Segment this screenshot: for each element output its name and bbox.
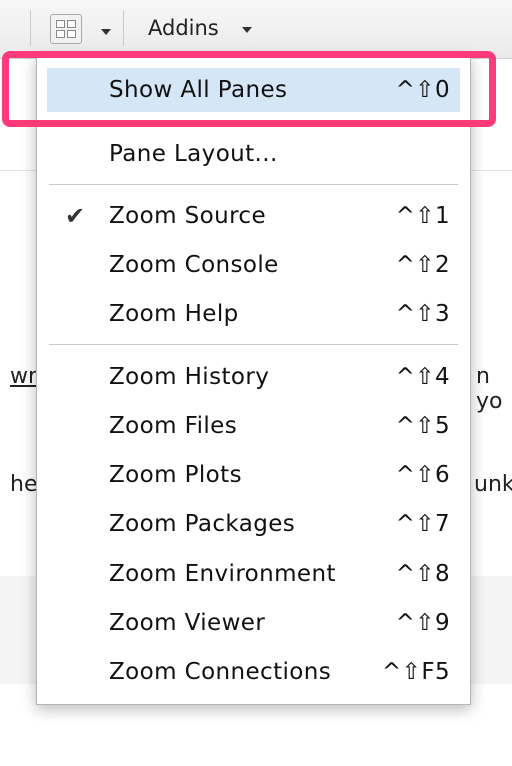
- menu-item-label: Zoom Connections: [109, 659, 332, 685]
- menu-item-zoom-packages[interactable]: Zoom Packages ^⇧7: [37, 502, 470, 546]
- menu-item-shortcut: ^⇧6: [395, 462, 450, 488]
- editor-text-fragment: n yo: [476, 364, 503, 414]
- menu-item-zoom-files[interactable]: Zoom Files ^⇧5: [37, 404, 470, 448]
- menu-item-label: Zoom Files: [109, 413, 238, 439]
- menu-item-label: Zoom Environment: [109, 561, 336, 587]
- menu-separator: [49, 344, 458, 345]
- menu-item-label: Zoom Source: [109, 203, 267, 229]
- menu-item-shortcut: ^⇧1: [395, 203, 450, 229]
- menu-item-label: Zoom Help: [109, 301, 239, 327]
- toolbar-separator: [30, 10, 31, 46]
- menu-item-zoom-connections[interactable]: Zoom Connections ^⇧F5: [37, 650, 470, 694]
- menu-item-shortcut: ^⇧8: [395, 561, 450, 587]
- menu-item-label: Zoom Console: [109, 252, 279, 278]
- menu-item-zoom-environment[interactable]: Zoom Environment ^⇧8: [37, 552, 470, 596]
- menu-item-zoom-plots[interactable]: Zoom Plots ^⇧6: [37, 453, 470, 497]
- menu-separator: [49, 184, 458, 185]
- menu-item-zoom-history[interactable]: Zoom History ^⇧4: [37, 355, 470, 399]
- menu-item-zoom-console[interactable]: Zoom Console ^⇧2: [37, 243, 470, 287]
- addins-menu-button[interactable]: Addins: [148, 16, 219, 40]
- menu-item-shortcut: ^⇧F5: [381, 659, 450, 685]
- editor-text-fragment: he: [10, 472, 38, 497]
- menu-item-shortcut: ^⇧7: [395, 511, 450, 537]
- menu-item-label: Pane Layout...: [109, 141, 278, 167]
- checkmark-icon: ✔: [65, 202, 86, 230]
- menu-item-zoom-help[interactable]: Zoom Help ^⇧3: [37, 292, 470, 336]
- pane-layout-grid-icon[interactable]: [50, 14, 82, 44]
- editor-text-fragment: unk: [474, 472, 512, 497]
- menu-item-pane-layout[interactable]: Pane Layout...: [37, 132, 470, 176]
- menu-item-shortcut: ^⇧9: [395, 610, 450, 636]
- toolbar-separator: [123, 10, 124, 46]
- highlight-callout: [2, 51, 496, 127]
- menu-item-shortcut: ^⇧3: [395, 301, 450, 327]
- editor-link-fragment[interactable]: wr: [10, 364, 37, 389]
- menu-item-label: Zoom Plots: [109, 462, 242, 488]
- menu-item-zoom-source[interactable]: ✔ Zoom Source ^⇧1: [37, 194, 470, 238]
- menu-item-label: Zoom History: [109, 364, 270, 390]
- menu-item-label: Zoom Packages: [109, 511, 296, 537]
- menu-item-shortcut: ^⇧2: [395, 252, 450, 278]
- menu-item-zoom-viewer[interactable]: Zoom Viewer ^⇧9: [37, 601, 470, 645]
- menu-item-shortcut: ^⇧5: [395, 413, 450, 439]
- chevron-down-icon[interactable]: [101, 29, 111, 35]
- chevron-down-icon[interactable]: [242, 27, 252, 33]
- menu-item-shortcut: ^⇧4: [395, 364, 450, 390]
- pane-layout-menu: Show All Panes ^⇧0 Pane Layout... ✔ Zoom…: [36, 55, 471, 705]
- menu-item-label: Zoom Viewer: [109, 610, 266, 636]
